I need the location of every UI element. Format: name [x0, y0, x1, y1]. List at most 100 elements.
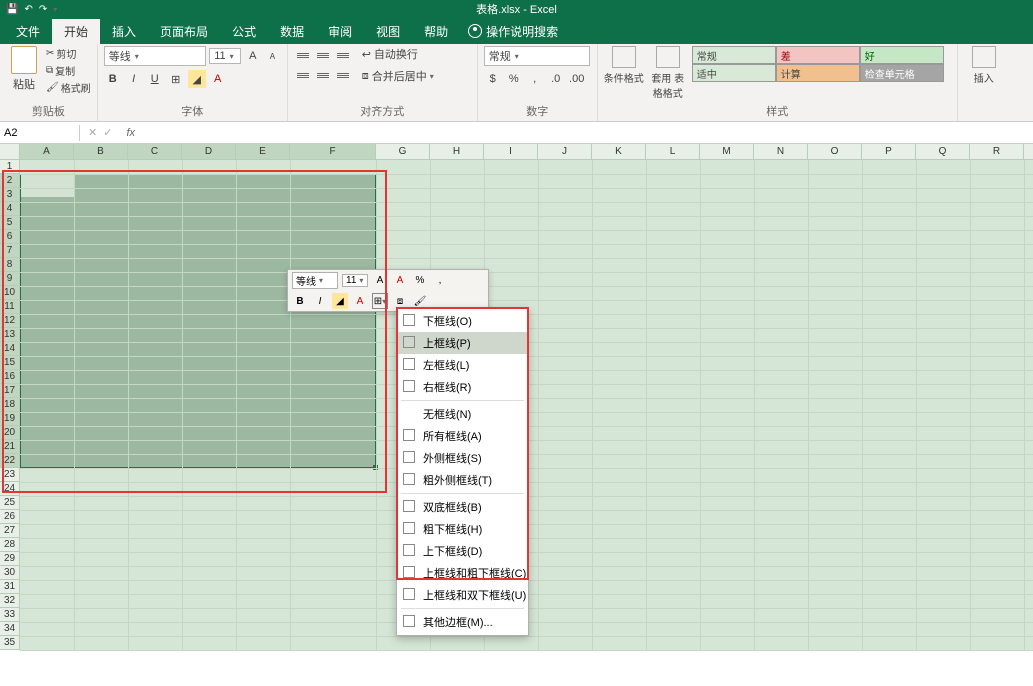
ctx-thick-box[interactable]: 粗外侧框线(T)	[397, 469, 528, 491]
italic-button[interactable]: I	[125, 70, 143, 88]
bold-button[interactable]: B	[104, 70, 122, 88]
tab-view[interactable]: 视图	[364, 19, 412, 44]
cut-button[interactable]: ✂剪切	[46, 46, 91, 61]
mini-bold[interactable]: B	[292, 293, 308, 309]
col-header-C[interactable]: C	[128, 144, 182, 159]
cancel-icon[interactable]: ✕	[88, 126, 97, 139]
col-header-H[interactable]: H	[430, 144, 484, 159]
format-painter-button[interactable]: 🖌格式刷	[46, 80, 91, 95]
font-size-combo[interactable]: 11▾	[209, 48, 241, 64]
insert-button[interactable]: 插入	[964, 46, 1004, 85]
paste-button[interactable]: 粘贴	[6, 46, 42, 92]
row-header-19[interactable]: 19	[0, 412, 19, 426]
row-header-26[interactable]: 26	[0, 510, 19, 524]
style-normal[interactable]: 常规	[692, 46, 776, 64]
col-header-P[interactable]: P	[862, 144, 916, 159]
row-header-28[interactable]: 28	[0, 538, 19, 552]
currency-button[interactable]: $	[484, 70, 502, 88]
ctx-right-border[interactable]: 右框线(R)	[397, 376, 528, 398]
select-all-corner[interactable]	[0, 144, 20, 159]
comma-button[interactable]: ,	[526, 70, 544, 88]
col-header-O[interactable]: O	[808, 144, 862, 159]
row-header-34[interactable]: 34	[0, 622, 19, 636]
row-header-1[interactable]: 1	[0, 160, 19, 174]
tab-review[interactable]: 审阅	[316, 19, 364, 44]
conditional-format-button[interactable]: 条件格式	[604, 46, 644, 85]
col-header-I[interactable]: I	[484, 144, 538, 159]
row-header-35[interactable]: 35	[0, 636, 19, 650]
mini-font-color[interactable]: A	[392, 273, 408, 289]
ctx-top-border[interactable]: 上框线(P)	[397, 332, 528, 354]
col-header-D[interactable]: D	[182, 144, 236, 159]
row-header-13[interactable]: 13	[0, 328, 19, 342]
mini-italic[interactable]: I	[312, 293, 328, 309]
ctx-no-border[interactable]: 无框线(N)	[397, 403, 528, 425]
row-header-27[interactable]: 27	[0, 524, 19, 538]
row-header-16[interactable]: 16	[0, 370, 19, 384]
row-header-4[interactable]: 4	[0, 202, 19, 216]
border-button[interactable]: ⊞	[167, 70, 185, 88]
row-header-21[interactable]: 21	[0, 440, 19, 454]
col-header-R[interactable]: R	[970, 144, 1024, 159]
tab-home[interactable]: 开始	[52, 19, 100, 44]
row-header-14[interactable]: 14	[0, 342, 19, 356]
row-header-8[interactable]: 8	[0, 258, 19, 272]
mini-fill-color[interactable]: ◢	[332, 293, 348, 309]
fx-icon[interactable]: fx	[120, 127, 141, 139]
row-header-17[interactable]: 17	[0, 384, 19, 398]
mini-percent[interactable]: %	[412, 273, 428, 289]
tab-layout[interactable]: 页面布局	[148, 19, 220, 44]
cell-styles-gallery[interactable]: 常规 差 好 适中 计算 检查单元格	[692, 46, 944, 82]
merge-center-button[interactable]: ⧈合并后居中▾	[362, 68, 434, 84]
mini-size-combo[interactable]: 11▾	[342, 274, 368, 287]
increase-decimal-button[interactable]: .0	[547, 70, 565, 88]
row-header-18[interactable]: 18	[0, 398, 19, 412]
qat-more-icon[interactable]: ▾	[53, 5, 57, 14]
col-header-E[interactable]: E	[236, 144, 290, 159]
percent-button[interactable]: %	[505, 70, 523, 88]
increase-font-button[interactable]: A	[244, 47, 261, 65]
redo-icon[interactable]: ↷	[39, 4, 47, 15]
wrap-text-button[interactable]: ↩自动换行	[362, 46, 434, 62]
col-header-F[interactable]: F	[290, 144, 376, 159]
font-color-button[interactable]: A	[209, 70, 227, 88]
tab-insert[interactable]: 插入	[100, 19, 148, 44]
row-header-5[interactable]: 5	[0, 216, 19, 230]
row-header-33[interactable]: 33	[0, 608, 19, 622]
ctx-top-thick-bottom[interactable]: 上框线和粗下框线(C)	[397, 562, 528, 584]
undo-icon[interactable]: ↶	[24, 4, 32, 15]
col-header-J[interactable]: J	[538, 144, 592, 159]
style-bad[interactable]: 差	[776, 46, 860, 64]
mini-increase-font[interactable]: A	[372, 273, 388, 289]
ctx-bottom-border[interactable]: 下框线(O)	[397, 310, 528, 332]
tab-help[interactable]: 帮助	[412, 19, 460, 44]
tab-file[interactable]: 文件	[4, 19, 52, 44]
mini-comma[interactable]: ,	[432, 273, 448, 289]
col-header-G[interactable]: G	[376, 144, 430, 159]
col-header-N[interactable]: N	[754, 144, 808, 159]
row-header-22[interactable]: 22	[0, 454, 19, 468]
row-header-7[interactable]: 7	[0, 244, 19, 258]
row-header-24[interactable]: 24	[0, 482, 19, 496]
col-header-Q[interactable]: Q	[916, 144, 970, 159]
style-check[interactable]: 检查单元格	[860, 64, 944, 82]
col-header-L[interactable]: L	[646, 144, 700, 159]
fill-color-button[interactable]: ◢	[188, 70, 206, 88]
font-family-combo[interactable]: 等线▾	[104, 46, 207, 66]
row-header-25[interactable]: 25	[0, 496, 19, 510]
tab-formula[interactable]: 公式	[220, 19, 268, 44]
alignment-grid[interactable]	[294, 46, 352, 84]
tab-data[interactable]: 数据	[268, 19, 316, 44]
row-header-11[interactable]: 11	[0, 300, 19, 314]
col-header-M[interactable]: M	[700, 144, 754, 159]
row-header-15[interactable]: 15	[0, 356, 19, 370]
row-header-10[interactable]: 10	[0, 286, 19, 300]
row-header-12[interactable]: 12	[0, 314, 19, 328]
mini-font-combo[interactable]: 等线▾	[292, 272, 338, 289]
row-header-20[interactable]: 20	[0, 426, 19, 440]
col-header-B[interactable]: B	[74, 144, 128, 159]
style-good[interactable]: 好	[860, 46, 944, 64]
ctx-all-borders[interactable]: 所有框线(A)	[397, 425, 528, 447]
name-box[interactable]: A2	[0, 125, 80, 141]
row-header-3[interactable]: 3	[0, 188, 19, 202]
